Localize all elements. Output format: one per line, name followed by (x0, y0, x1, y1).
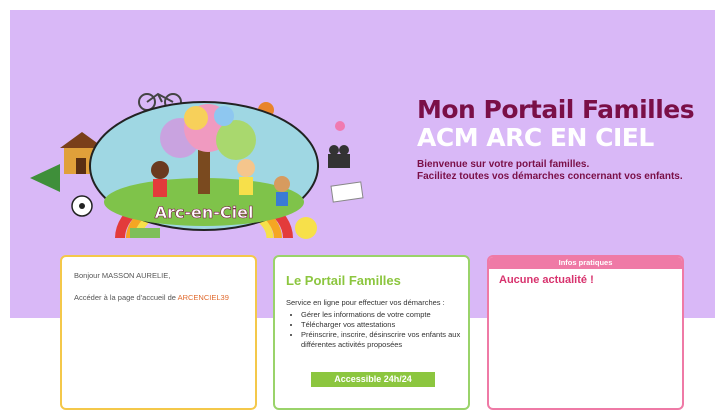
greeting: Bonjour MASSON AURELIE, (74, 271, 171, 280)
welcome-line-1: Bienvenue sur votre portail familles. (417, 159, 590, 170)
playing-cards-icon (330, 181, 364, 203)
toys-icon (130, 228, 160, 238)
list-item: Gérer les informations de votre compte (301, 310, 461, 320)
portal-features-list: Gérer les informations de votre compte T… (286, 310, 461, 350)
portal-subtitle: ACM ARC EN CIEL (417, 123, 654, 152)
home-page-link[interactable]: ARCENCIEL39 (178, 293, 229, 302)
welcome-line-2: Facilitez toutes vos démarches concernan… (417, 171, 683, 182)
welcome-text: Bienvenue sur votre portail familles. Fa… (417, 159, 683, 183)
list-item: Préinscrire, inscrire, désinscrire vos e… (301, 330, 461, 350)
logo-text: Arc-en-Ciel (155, 203, 254, 222)
info-card-message: Aucune actualité ! (499, 274, 594, 286)
accessible-badge: Accessible 24h/24 (311, 372, 435, 387)
portal-card-title: Le Portail Familles (286, 273, 401, 288)
list-item: Télécharger vos attestations (301, 320, 461, 330)
info-card: Infos pratiques Aucune actualité ! (487, 255, 684, 410)
arc-en-ciel-logo: Arc-en-Ciel (30, 92, 364, 239)
user-card-text: Bonjour MASSON AURELIE, Accéder à la pag… (74, 270, 229, 303)
portal-title: Mon Portail Familles (417, 95, 695, 124)
user-card: Bonjour MASSON AURELIE, Accéder à la pag… (60, 255, 257, 410)
access-text: Accéder à la page d'accueil de (74, 293, 178, 302)
camera-icon (328, 145, 350, 168)
sun-icon (295, 217, 317, 239)
portal-title-block: Mon Portail Familles ACM ARC EN CIEL (417, 95, 695, 152)
portal-card-intro: Service en ligne pour effectuer vos déma… (286, 298, 445, 307)
portal-card: Le Portail Familles Service en ligne pou… (273, 255, 470, 410)
access-line: Accéder à la page d'accueil de ARCENCIEL… (74, 292, 229, 303)
pine-tree-icon (30, 164, 60, 192)
flower-icon (335, 121, 345, 131)
info-card-header: Infos pratiques (489, 257, 682, 269)
